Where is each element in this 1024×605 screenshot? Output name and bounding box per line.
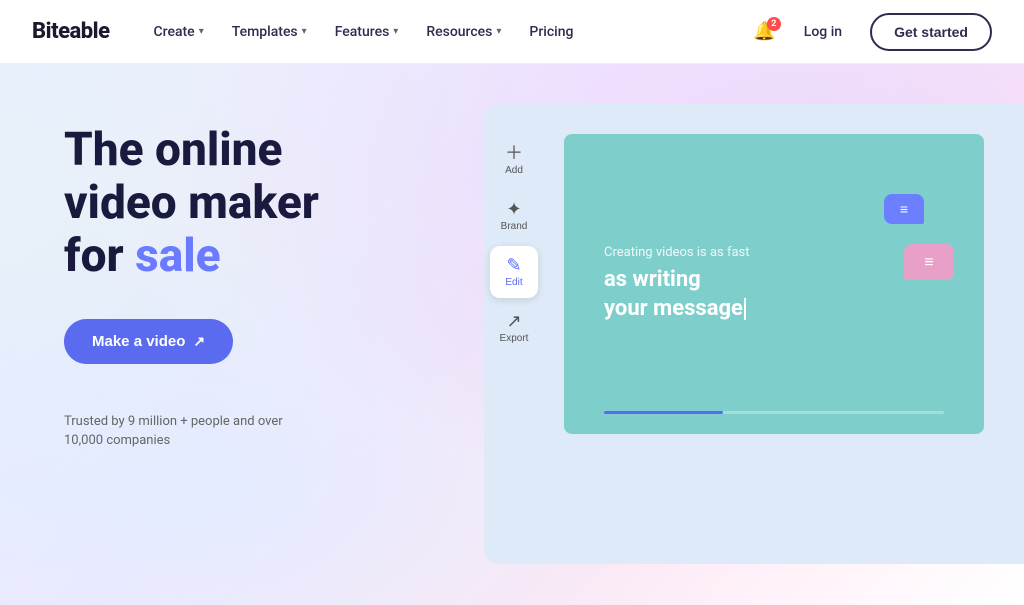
chevron-down-icon: ▾ <box>302 26 307 37</box>
nav-item-resources[interactable]: Resources ▾ <box>414 16 513 48</box>
notification-badge: 2 <box>767 17 781 31</box>
canvas-small-text: Creating videos is as fast <box>604 245 750 260</box>
text-cursor <box>744 298 746 320</box>
chevron-down-icon: ▾ <box>393 26 398 37</box>
tool-sidebar: ＋ Add ✦ Brand ✎ Edit ↗ Export <box>484 134 544 354</box>
hero-title: The online video maker for sale <box>64 124 386 283</box>
editor-mockup: ＋ Add ✦ Brand ✎ Edit ↗ Export <box>484 104 1024 564</box>
progress-bar-fill <box>604 411 723 414</box>
logo[interactable]: Biteable <box>32 19 110 44</box>
brand-icon: ✦ <box>506 200 521 218</box>
video-canvas: Creating videos is as fast as writing yo… <box>564 134 984 434</box>
add-icon: ＋ <box>505 144 523 162</box>
tool-edit-button[interactable]: ✎ Edit <box>490 246 538 298</box>
notification-bell-icon[interactable]: 🔔 2 <box>753 21 775 42</box>
nav-links: Create ▾ Templates ▾ Features ▾ Resource… <box>142 16 754 48</box>
tool-brand-button[interactable]: ✦ Brand <box>490 190 538 242</box>
login-button[interactable]: Log in <box>792 16 854 48</box>
chevron-down-icon: ▾ <box>496 26 501 37</box>
arrow-icon: ↗ <box>193 333 205 350</box>
hero-content: The online video maker for sale Make a v… <box>0 64 450 451</box>
nav-item-create[interactable]: Create ▾ <box>142 16 216 48</box>
chat-bubble-2 <box>904 244 954 280</box>
tool-export-button[interactable]: ↗ Export <box>490 302 538 354</box>
editor-inner: ＋ Add ✦ Brand ✎ Edit ↗ Export <box>484 104 1024 564</box>
navbar: Biteable Create ▾ Templates ▾ Features ▾… <box>0 0 1024 64</box>
make-video-button[interactable]: Make a video ↗ <box>64 319 233 364</box>
canvas-text-block: Creating videos is as fast as writing yo… <box>604 245 750 323</box>
nav-item-templates[interactable]: Templates ▾ <box>220 16 319 48</box>
tool-add-button[interactable]: ＋ Add <box>490 134 538 186</box>
nav-item-features[interactable]: Features ▾ <box>323 16 411 48</box>
edit-icon: ✎ <box>506 256 521 274</box>
canvas-big-text: as writing your message <box>604 266 750 323</box>
nav-right: 🔔 2 Log in Get started <box>753 13 992 51</box>
get-started-button[interactable]: Get started <box>870 13 992 51</box>
chevron-down-icon: ▾ <box>199 26 204 37</box>
hero-section: The online video maker for sale Make a v… <box>0 64 1024 605</box>
progress-bar-track <box>604 411 944 414</box>
trusted-text: Trusted by 9 million + people and over 1… <box>64 412 304 451</box>
nav-item-pricing[interactable]: Pricing <box>517 16 585 48</box>
export-icon: ↗ <box>506 312 521 330</box>
hero-highlight-word: sale <box>135 229 221 283</box>
chat-bubble-1 <box>884 194 924 224</box>
